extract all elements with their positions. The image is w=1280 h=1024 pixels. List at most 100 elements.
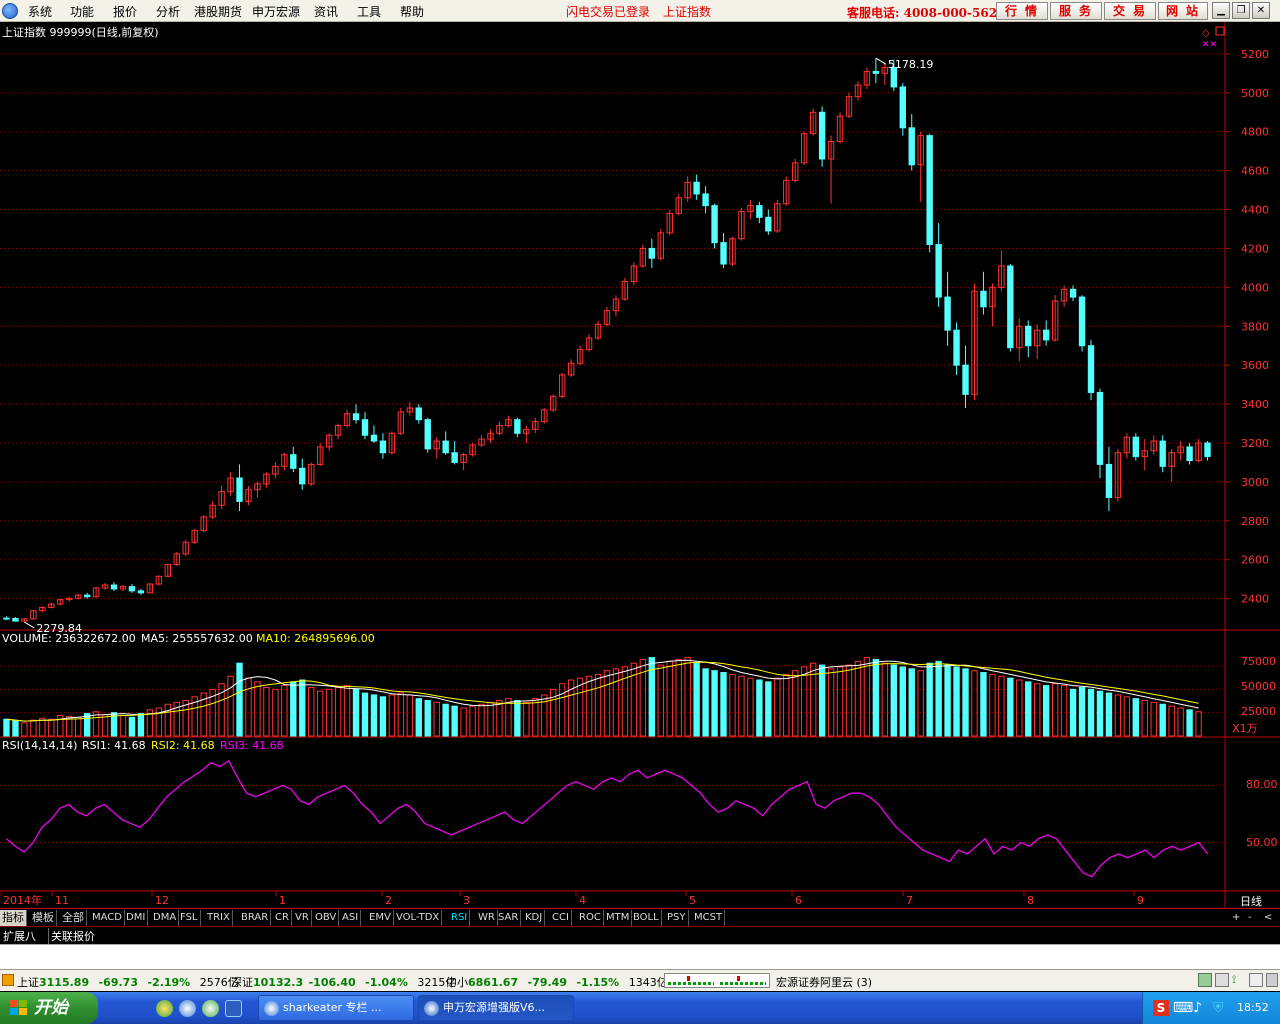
menu-system[interactable]: 系统 (28, 3, 52, 20)
sogou-input-icon[interactable]: S (1153, 1000, 1169, 1016)
tab-fsl[interactable]: FSL (178, 910, 201, 926)
task-trading-app[interactable]: 申万宏源增强版V6... (418, 995, 574, 1021)
chart-corner-icons[interactable]: ◇ ✕✕ (1202, 26, 1225, 50)
tab-plus-button[interactable]: + (1230, 910, 1242, 926)
ext-tab-eight[interactable]: 扩展八 (3, 928, 36, 944)
rsi-name: RSI(14,14,14) (2, 739, 77, 752)
volume-bar (505, 698, 512, 737)
server-name[interactable]: 宏源证券阿里云 (3) (776, 974, 872, 990)
trade-button[interactable]: 交易 (1104, 2, 1156, 20)
cross-icon[interactable]: ✕✕ (1202, 40, 1217, 50)
tab-mcst[interactable]: MCST (692, 910, 726, 926)
speaker-icon[interactable]: ♪ (1193, 1000, 1209, 1016)
candle-body (935, 244, 942, 298)
candle-body (137, 590, 145, 594)
menu-analysis[interactable]: 分析 (156, 3, 180, 20)
current-security: 上证指数 (663, 5, 712, 19)
volume-bar (944, 664, 951, 737)
volume-bar (415, 698, 422, 737)
volume-bar (316, 690, 324, 737)
tab-模板[interactable]: 模板 (30, 910, 57, 926)
restore-icon[interactable]: ❐ (1232, 2, 1250, 19)
tab-macd[interactable]: MACD (90, 910, 125, 926)
kline-chart[interactable]: 上证指数 999999(日线,前复权) ◇ ✕✕ 5178.19 2279.84… (0, 22, 1280, 908)
quicklaunch-browser-icon[interactable] (179, 1000, 196, 1017)
volume-bar (290, 681, 297, 737)
clock[interactable]: 18:52 (1237, 1001, 1269, 1014)
keyboard-icon[interactable]: ⌨ (1173, 1000, 1193, 1016)
tray-panel-icon[interactable] (1249, 973, 1263, 987)
sh-index[interactable]: 上证3115.89 -69.73 -2.19% 2576亿 (17, 974, 239, 990)
browser-icon (264, 1001, 279, 1016)
menu-help[interactable]: 帮助 (400, 3, 424, 20)
tab-wr[interactable]: WR (476, 910, 498, 926)
tab-emv[interactable]: EMV (367, 910, 394, 926)
tray-extra-icon[interactable] (1266, 973, 1278, 987)
zx-index[interactable]: 中小6861.67 -79.49 -1.15% 1343亿 (446, 974, 668, 990)
ext-tab-related-quote[interactable]: 关联报价 (48, 928, 95, 944)
close-icon[interactable]: ✕ (1252, 2, 1270, 19)
signal-icon[interactable]: ⟟ (1232, 973, 1246, 987)
tray-window-icon[interactable] (1215, 973, 1229, 987)
volume-bar (39, 717, 46, 737)
market-button[interactable]: 行情 (996, 2, 1048, 20)
time-tick-label: 6 (795, 894, 802, 907)
quicklaunch-desktop-icon[interactable] (225, 1000, 242, 1017)
tab-boll[interactable]: BOLL (631, 910, 662, 926)
volume-bar (487, 701, 494, 737)
volume-bar (675, 658, 682, 737)
tab-psy[interactable]: PSY (665, 910, 689, 926)
tab-roc[interactable]: ROC (577, 910, 604, 926)
minimize-icon[interactable]: ▁ (1212, 2, 1230, 19)
tab-minus-button[interactable]: - (1246, 910, 1254, 926)
tab-dma[interactable]: DMA (151, 910, 180, 926)
tab-dmi[interactable]: DMI (124, 910, 149, 926)
shield-icon[interactable]: ⛨ (1213, 1000, 1229, 1016)
volume-bar (1105, 692, 1113, 737)
quicklaunch-ie-icon[interactable] (202, 1000, 219, 1017)
service-button[interactable]: 服务 (1050, 2, 1102, 20)
tab-cci[interactable]: CCI (550, 910, 572, 926)
volume-bar (1096, 690, 1104, 737)
login-status: 闪电交易已登录 (566, 5, 651, 19)
menu-news[interactable]: 资讯 (314, 3, 338, 20)
market-breadth-meter (664, 973, 770, 988)
sz-index[interactable]: 深证10132.3 -106.40 -1.04% 3215亿 (231, 974, 456, 990)
candle-body (962, 364, 969, 395)
tray-grid-icon[interactable] (1198, 973, 1212, 987)
menu-function[interactable]: 功能 (70, 3, 94, 20)
tab-mtm[interactable]: MTM (604, 910, 633, 926)
chart-area[interactable]: 上证指数 999999(日线,前复权) ◇ ✕✕ 5178.19 2279.84… (0, 22, 1280, 908)
volume-bar (693, 662, 700, 737)
tab-cr[interactable]: CR (273, 910, 292, 926)
volume-bar (514, 700, 521, 737)
time-tick-label: 2 (385, 894, 392, 907)
tab-rsi[interactable]: RSI (449, 910, 471, 926)
square-icon[interactable] (1215, 26, 1225, 36)
tab-sar[interactable]: SAR (496, 910, 522, 926)
menu-quote[interactable]: 报价 (113, 3, 137, 20)
status-lock-icon[interactable] (2, 974, 14, 986)
volume-bar (272, 688, 279, 737)
quicklaunch-chat-icon[interactable] (156, 1000, 173, 1017)
tab-kdj[interactable]: KDJ (523, 910, 546, 926)
menu-swhy[interactable]: 申万宏源 (252, 3, 300, 20)
start-button[interactable]: 开始 (0, 992, 98, 1024)
volume-bar (558, 683, 566, 737)
tab-collapse-button[interactable]: < (1262, 910, 1274, 926)
task-browser[interactable]: sharkeater 专栏 ... (258, 995, 414, 1021)
tab-vr[interactable]: VR (293, 910, 312, 926)
website-button[interactable]: 网站 (1158, 2, 1208, 20)
diamond-icon[interactable]: ◇ (1202, 28, 1210, 39)
tab-trix[interactable]: TRIX (205, 910, 233, 926)
tab-brar[interactable]: BRAR (239, 910, 272, 926)
volume-bar (603, 670, 611, 737)
volume-bar (998, 675, 1005, 737)
menu-hk-futures[interactable]: 港股期货 (194, 3, 242, 20)
tab-vol-tdx[interactable]: VOL-TDX (394, 910, 443, 926)
tab-obv[interactable]: OBV (313, 910, 340, 926)
menu-tools[interactable]: 工具 (357, 3, 381, 20)
tab-asi[interactable]: ASI (340, 910, 362, 926)
tab-全部[interactable]: 全部 (60, 910, 87, 926)
tab-指标[interactable]: 指标 (0, 910, 27, 926)
